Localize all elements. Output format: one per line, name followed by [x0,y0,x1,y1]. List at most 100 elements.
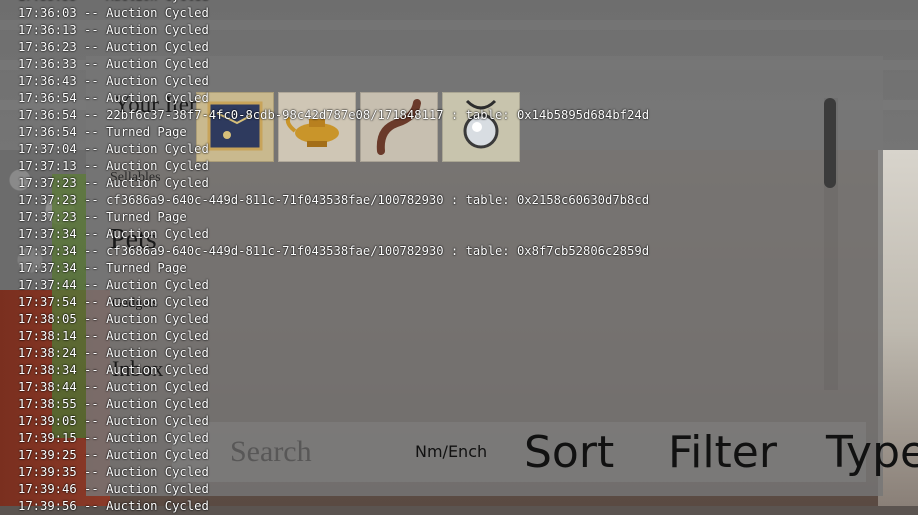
log-timestamp: 17:36:03 [18,6,77,20]
log-message: Auction Cycled [106,397,209,411]
log-message: Auction Cycled [106,23,209,37]
log-timestamp: 17:37:23 [18,193,77,207]
log-line: 17:37:34 -- Turned Page [0,260,918,277]
log-timestamp: 17:39:15 [18,431,77,445]
log-separator: -- [76,57,107,71]
log-separator: -- [76,125,107,139]
log-separator: -- [76,312,107,326]
log-timestamp: 17:36:43 [18,74,77,88]
log-timestamp: 17:37:54 [18,295,77,309]
log-timestamp: 17:38:44 [18,380,77,394]
log-message: 22bf6c37-38f7-4fc0-8cdb-98c42d787e08/171… [106,108,650,122]
log-line: 17:37:23 -- cf3686a9-640c-449d-811c-71f0… [0,192,918,209]
log-timestamp: 17:36:13 [18,23,77,37]
log-message: cf3686a9-640c-449d-811c-71f043538fae/100… [106,193,650,207]
log-separator: -- [76,142,107,156]
log-separator: -- [76,159,107,173]
log-message: Auction Cycled [106,295,209,309]
log-timestamp: 17:39:35 [18,465,77,479]
log-separator: -- [76,397,107,411]
log-message: Auction Cycled [106,91,209,105]
log-timestamp: 17:36:23 [18,40,77,54]
log-separator: -- [76,295,107,309]
log-separator: -- [76,278,107,292]
log-line: 17:37:34 -- cf3686a9-640c-449d-811c-71f0… [0,243,918,260]
log-line: 17:36:54 -- Auction Cycled [0,90,918,107]
log-separator: -- [76,414,107,428]
log-message: Auction Cycled [106,278,209,292]
log-message: Auction Cycled [106,6,209,20]
log-line: 17:37:23 -- Auction Cycled [0,175,918,192]
log-timestamp: 17:39:05 [18,414,77,428]
log-line: 17:37:04 -- Auction Cycled [0,141,918,158]
log-line: 17:39:56 -- Auction Cycled [0,498,918,515]
log-timestamp: 17:37:23 [18,176,77,190]
log-separator: -- [76,499,107,513]
log-timestamp: 17:38:05 [18,312,77,326]
log-separator: -- [76,23,107,37]
log-message: Auction Cycled [106,0,209,3]
console-log: 17:35:53 -- Auction Cycled 17:36:03 -- Au… [0,0,918,515]
log-timestamp: 17:39:25 [18,448,77,462]
log-line: 17:38:24 -- Auction Cycled [0,345,918,362]
log-separator: -- [76,431,107,445]
log-message: Auction Cycled [106,57,209,71]
log-timestamp: 17:38:14 [18,329,77,343]
log-separator: -- [76,380,107,394]
log-separator: -- [76,74,107,88]
log-message: Auction Cycled [106,499,209,513]
log-separator: -- [76,363,107,377]
log-line: 17:38:55 -- Auction Cycled [0,396,918,413]
log-line: 17:37:34 -- Auction Cycled [0,226,918,243]
log-separator: -- [76,91,107,105]
log-message: Auction Cycled [106,431,209,445]
log-message: Auction Cycled [106,346,209,360]
log-line: 17:39:25 -- Auction Cycled [0,447,918,464]
log-line: 17:39:15 -- Auction Cycled [0,430,918,447]
log-timestamp: 17:38:24 [18,346,77,360]
log-message: Auction Cycled [106,159,209,173]
log-line: 17:39:35 -- Auction Cycled [0,464,918,481]
log-line: 17:36:54 -- Turned Page [0,124,918,141]
log-timestamp: 17:36:54 [18,91,77,105]
log-line: 17:36:23 -- Auction Cycled [0,39,918,56]
log-message: Auction Cycled [106,380,209,394]
log-message: Auction Cycled [106,482,209,496]
log-line: 17:36:13 -- Auction Cycled [0,22,918,39]
log-separator: -- [76,465,107,479]
log-line: 17:37:54 -- Auction Cycled [0,294,918,311]
log-separator: -- [77,0,106,3]
log-timestamp: 17:38:34 [18,363,77,377]
log-message: Auction Cycled [106,363,209,377]
log-message: Turned Page [106,261,187,275]
log-line: 17:37:44 -- Auction Cycled [0,277,918,294]
log-separator: -- [76,6,107,20]
log-separator: -- [76,482,107,496]
log-timestamp: 17:37:34 [18,244,77,258]
log-line: 17:36:33 -- Auction Cycled [0,56,918,73]
log-timestamp: 17:39:46 [18,482,77,496]
log-timestamp: 17:37:44 [18,278,77,292]
log-message: Auction Cycled [106,329,209,343]
log-timestamp: 17:37:13 [18,159,77,173]
log-message: Auction Cycled [106,227,209,241]
log-separator: -- [76,193,107,207]
log-message: cf3686a9-640c-449d-811c-71f043538fae/100… [106,244,650,258]
log-message: Auction Cycled [106,40,209,54]
log-line: 17:37:23 -- Turned Page [0,209,918,226]
log-message: Auction Cycled [106,176,209,190]
log-separator: -- [76,108,107,122]
log-separator: -- [76,176,107,190]
log-line: 17:39:05 -- Auction Cycled [0,413,918,430]
log-timestamp: 17:37:23 [18,210,77,224]
log-timestamp: 17:35:53 [18,0,77,3]
log-separator: -- [76,261,107,275]
log-separator: -- [76,40,107,54]
log-separator: -- [76,448,107,462]
log-line: 17:36:54 -- 22bf6c37-38f7-4fc0-8cdb-98c4… [0,107,918,124]
log-line: 17:38:34 -- Auction Cycled [0,362,918,379]
log-message: Auction Cycled [106,465,209,479]
log-timestamp: 17:37:04 [18,142,77,156]
log-line: 17:36:43 -- Auction Cycled [0,73,918,90]
log-timestamp: 17:38:55 [18,397,77,411]
